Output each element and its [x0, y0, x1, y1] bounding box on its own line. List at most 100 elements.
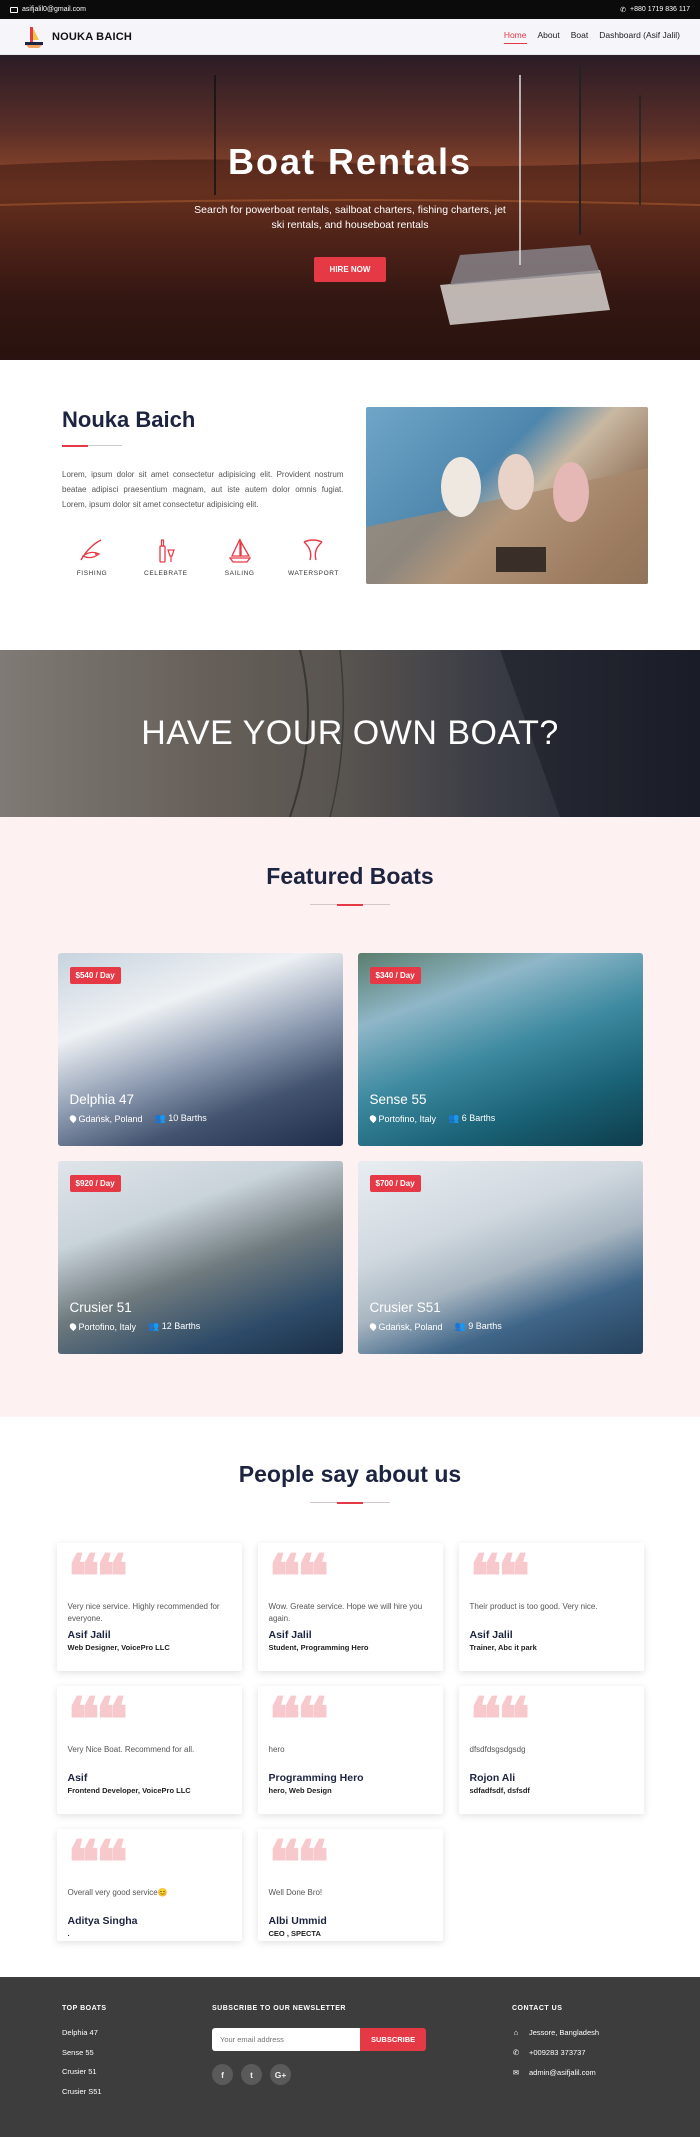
testimonial-text: Their product is too good. Very nice.: [469, 1602, 598, 1611]
social-links: f t G+: [212, 2064, 512, 2085]
service-label: WATERSPORT: [287, 570, 339, 578]
price-badge: $540 / Day: [69, 967, 121, 984]
fishing-icon: [80, 539, 102, 561]
phone-icon: ✆: [620, 6, 626, 14]
testimonial-text: Overall very good service😊: [67, 1888, 168, 1897]
title-divider: [310, 1501, 390, 1504]
boat-meta: Portofino, Italy 👥 6 Barths: [367, 1113, 495, 1124]
testimonial-card: ❝❝ hero Programming Hero hero, Web Desig…: [257, 1686, 443, 1814]
contact-email[interactable]: ✉ admin@asifjalil.com: [512, 2068, 599, 2077]
service-celebrate[interactable]: CELEBRATE: [136, 536, 196, 577]
boat-location: Portofino, Italy: [78, 1321, 137, 1332]
testimonial-author: Albi Ummid: [268, 1915, 327, 1927]
facebook-icon[interactable]: f: [212, 2064, 233, 2085]
location-icon: [67, 1113, 78, 1123]
footer-boat-link[interactable]: Crusier S51: [62, 2087, 212, 2096]
nav-link-dashboard[interactable]: Dashboard (Asif Jalil): [599, 30, 680, 44]
users-icon: 👥: [448, 1113, 462, 1123]
testimonial-grid: ❝❝ Very nice service. Highly recommended…: [0, 1543, 700, 1941]
service-sailing[interactable]: SAILING: [210, 536, 270, 577]
phone-icon: ✆: [512, 2048, 520, 2057]
boat-name: Sense 55: [369, 1092, 427, 1107]
contact-address: ⌂ Jessore, Bangladesh: [512, 2028, 599, 2037]
testimonial-author: Asif Jalil: [469, 1629, 513, 1641]
testimonial-card: ❝❝ Very Nice Boat. Recommend for all. As…: [56, 1686, 242, 1814]
banner-title: HAVE YOUR OWN BOAT?: [141, 714, 559, 752]
top-bar: asifjalil0@gmail.com ✆ +880 1719 836 117: [0, 0, 700, 19]
title-divider: [310, 903, 390, 906]
nav-link-about[interactable]: About: [538, 30, 560, 44]
boat-berths: 10 Barths: [168, 1113, 207, 1123]
boat-card[interactable]: $920 / Day Crusier 51 Portofino, Italy 👥…: [57, 1161, 343, 1354]
service-watersport[interactable]: WATERSPORT: [283, 536, 343, 577]
location-icon: [367, 1113, 378, 1123]
friends-on-boat-image: [365, 454, 648, 584]
testimonial-author: Programming Hero: [268, 1772, 364, 1784]
google-plus-icon[interactable]: G+: [270, 2064, 291, 2085]
testimonial-card: ❝❝ Very nice service. Highly recommended…: [56, 1542, 242, 1671]
mail-icon: [10, 6, 18, 13]
testimonial-card: ❝❝ Overall very good service😊 Aditya Sin…: [56, 1829, 242, 1941]
contact-text: +009283 373737: [529, 2048, 586, 2057]
testimonial-author: Rojon Ali: [469, 1772, 516, 1784]
testimonial-author: Asif: [67, 1772, 88, 1784]
quote-icon: ❝❝: [268, 1542, 330, 1612]
boat-location: Gdańsk, Poland: [78, 1113, 143, 1124]
testimonial-text: Very nice service. Highly recommended fo…: [67, 1602, 220, 1623]
boat-meta: Gdańsk, Poland 👥 9 Barths: [367, 1321, 502, 1332]
testimonial-text: dfsdfdsgsdgsdg: [469, 1745, 526, 1754]
hero-section: Boat Rentals Search for powerboat rental…: [0, 55, 700, 360]
topbar-email[interactable]: asifjalil0@gmail.com: [10, 6, 86, 13]
boat-berths: 9 Barths: [468, 1321, 502, 1331]
service-label: CELEBRATE: [144, 570, 188, 578]
testimonial-role: Trainer, Abc it park: [469, 1643, 537, 1652]
location-icon: [367, 1321, 378, 1331]
topbar-phone[interactable]: ✆ +880 1719 836 117: [620, 6, 690, 14]
users-icon: 👥: [454, 1321, 469, 1331]
footer-boat-link[interactable]: Delphia 47: [62, 2028, 212, 2037]
about-photo: [365, 407, 648, 584]
price-badge: $700 / Day: [369, 1175, 421, 1192]
navbar: NOUKA BAICH Home About Boat Dashboard (A…: [0, 19, 700, 55]
newsletter-form: SUBSCRIBE: [212, 2028, 512, 2051]
boat-location: Gdańsk, Poland: [378, 1321, 443, 1332]
testimonial-role: hero, Web Design: [268, 1786, 332, 1795]
footer-heading: TOP BOATS: [62, 2005, 107, 2012]
boat-card[interactable]: $700 / Day Crusier S51 Gdańsk, Poland 👥 …: [357, 1161, 643, 1354]
testimonial-author: Asif Jalil: [67, 1629, 111, 1641]
service-label: SAILING: [224, 570, 255, 578]
nav-link-boat[interactable]: Boat: [571, 30, 589, 44]
nav-link-home[interactable]: Home: [503, 30, 527, 44]
contact-phone[interactable]: ✆ +009283 373737: [512, 2048, 599, 2057]
about-text: Lorem, ipsum dolor sit amet consectetur …: [62, 470, 344, 509]
service-fishing[interactable]: FISHING: [62, 536, 122, 577]
featured-title: Featured Boats: [266, 863, 434, 889]
footer-boat-link[interactable]: Sense 55: [62, 2048, 212, 2057]
subscribe-button[interactable]: SUBSCRIBE: [360, 2028, 427, 2051]
quote-icon: ❝❝: [67, 1542, 129, 1612]
boats-grid: $540 / Day Delphia 47 Gdańsk, Poland 👥 1…: [0, 953, 700, 1354]
testimonial-card: ❝❝ dfsdfdsgsdgsdg Rojon Ali sdfadfsdf, d…: [458, 1686, 644, 1814]
hire-now-button[interactable]: HIRE NOW: [313, 257, 387, 283]
footer-newsletter: SUBSCRIBE TO OUR NEWSLETTER SUBSCRIBE f …: [212, 2005, 512, 2137]
contact-text: Jessore, Bangladesh: [529, 2028, 600, 2037]
boat-name: Crusier 51: [69, 1300, 132, 1315]
brand[interactable]: NOUKA BAICH: [24, 26, 132, 48]
boat-name: Crusier S51: [369, 1300, 441, 1315]
footer-heading: CONTACT US: [512, 2005, 563, 2012]
users-icon: 👥: [154, 1113, 169, 1123]
quote-icon: ❝❝: [469, 1542, 531, 1612]
hero-subtitle: Search for powerboat rentals, sailboat c…: [194, 204, 506, 232]
boat-meta: Portofino, Italy 👥 12 Barths: [67, 1321, 201, 1332]
twitter-icon[interactable]: t: [241, 2064, 262, 2085]
newsletter-email-input[interactable]: [212, 2028, 360, 2051]
testimonial-role: sdfadfsdf, dsfsdf: [469, 1786, 530, 1795]
services-list: FISHING CELEBRATE SAILING WATERSPORT: [62, 536, 344, 577]
footer-boat-link[interactable]: Crusier 51: [62, 2067, 212, 2076]
testimonials-title: People say about us: [238, 1461, 462, 1487]
boat-berths: 12 Barths: [161, 1321, 201, 1331]
brand-name: NOUKA BAICH: [52, 30, 133, 43]
boat-card[interactable]: $540 / Day Delphia 47 Gdańsk, Poland 👥 1…: [57, 953, 343, 1146]
boat-card[interactable]: $340 / Day Sense 55 Portofino, Italy 👥 6…: [357, 953, 643, 1146]
topbar-email-text: asifjalil0@gmail.com: [22, 6, 86, 13]
